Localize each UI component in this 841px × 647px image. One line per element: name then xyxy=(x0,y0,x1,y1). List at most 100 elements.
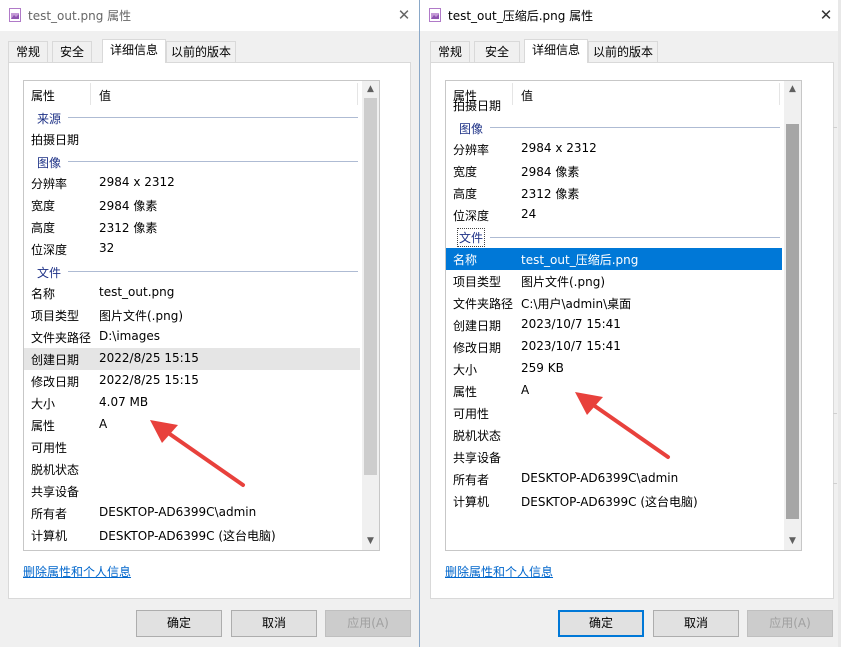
property-name: 可用性 xyxy=(453,407,490,421)
vertical-scrollbar[interactable]: ▲ ▼ xyxy=(362,81,379,550)
window-title: test_out_压缩后.png 属性 xyxy=(448,9,594,23)
group-header: 文件 xyxy=(446,226,784,248)
property-name: 高度 xyxy=(453,187,478,201)
tab-security[interactable]: 安全 xyxy=(52,41,92,62)
list-item[interactable]: 位深度 24 xyxy=(446,204,782,226)
list-item[interactable]: 所有者 DESKTOP-AD6399C\admin xyxy=(24,502,360,524)
property-value: 259 KB xyxy=(521,361,564,375)
group-label: 图像 xyxy=(37,156,62,170)
list-item[interactable]: 脱机状态 xyxy=(24,458,360,480)
list-item[interactable]: 大小 4.07 MB xyxy=(24,392,360,414)
column-value[interactable]: 值 xyxy=(99,87,111,104)
list-item[interactable]: 项目类型 图片文件(.png) xyxy=(24,304,360,326)
list-item[interactable]: 文件夹路径 D:\images xyxy=(24,326,360,348)
list-item[interactable]: 拍摄日期 xyxy=(446,94,782,116)
group-divider xyxy=(68,117,358,118)
tab-details[interactable]: 详细信息 xyxy=(524,39,588,63)
property-value: D:\images xyxy=(99,329,160,343)
scroll-down-icon[interactable]: ▼ xyxy=(784,533,801,550)
list-item[interactable]: 修改日期 2023/10/7 15:41 xyxy=(446,336,782,358)
property-value: 2312 像素 xyxy=(521,187,580,201)
window-title: test_out.png 属性 xyxy=(28,9,132,23)
scroll-up-icon[interactable]: ▲ xyxy=(362,81,379,98)
apply-button[interactable]: 应用(A) xyxy=(747,610,833,637)
tab-general[interactable]: 常规 xyxy=(8,41,48,62)
list-item[interactable]: 位深度 32 xyxy=(24,238,360,260)
list-item[interactable]: 文件夹路径 C:\用户\admin\桌面 xyxy=(446,292,782,314)
list-item[interactable]: 高度 2312 像素 xyxy=(446,182,782,204)
list-item[interactable]: 可用性 xyxy=(24,436,360,458)
property-value: 2984 x 2312 xyxy=(99,175,175,189)
property-value: 24 xyxy=(521,207,537,221)
list-item[interactable]: 计算机 DESKTOP-AD6399C (这台电脑) xyxy=(24,524,360,546)
cancel-button[interactable]: 取消 xyxy=(231,610,317,637)
column-property[interactable]: 属性 xyxy=(31,87,55,104)
scroll-thumb[interactable] xyxy=(786,124,799,519)
tab-previous-versions[interactable]: 以前的版本 xyxy=(166,41,236,62)
list-item[interactable]: 可用性 xyxy=(446,402,782,424)
close-icon[interactable]: ✕ xyxy=(392,4,416,26)
apply-button[interactable]: 应用(A) xyxy=(325,610,411,637)
list-item[interactable]: 分辨率 2984 x 2312 xyxy=(24,172,360,194)
list-item[interactable]: 名称 test_out.png xyxy=(24,282,360,304)
scroll-down-icon[interactable]: ▼ xyxy=(362,533,379,550)
property-name: 脱机状态 xyxy=(453,429,502,443)
property-value: 2022/8/25 15:15 xyxy=(99,373,199,387)
ok-button[interactable]: 确定 xyxy=(136,610,222,637)
property-name: 名称 xyxy=(453,253,478,267)
list-item[interactable]: 项目类型 图片文件(.png) xyxy=(446,270,782,292)
details-list[interactable]: 属性 值 拍摄日期 图像 分辨率 2984 x 2312 宽度 2984 像素 高度 2312… xyxy=(445,80,802,551)
group-label: 来源 xyxy=(37,112,62,126)
list-item[interactable]: 分辨率 2984 x 2312 xyxy=(446,138,782,160)
list-item[interactable]: 宽度 2984 像素 xyxy=(24,194,360,216)
list-item[interactable]: 大小 259 KB xyxy=(446,358,782,380)
list-item[interactable]: 宽度 2984 像素 xyxy=(446,160,782,182)
list-item[interactable]: 脱机状态 xyxy=(446,424,782,446)
property-value: 2023/10/7 15:41 xyxy=(521,339,621,353)
property-name: 宽度 xyxy=(453,165,478,179)
ok-button[interactable]: 确定 xyxy=(558,610,644,637)
list-item[interactable]: 高度 2312 像素 xyxy=(24,216,360,238)
list-item[interactable]: 名称 test_out_压缩后.png xyxy=(446,248,782,270)
property-value: 2023/10/7 15:41 xyxy=(521,317,621,331)
tab-security[interactable]: 安全 xyxy=(474,41,520,62)
list-item[interactable]: 共享设备 xyxy=(24,480,360,502)
property-value: DESKTOP-AD6399C\admin xyxy=(521,471,679,485)
property-name: 位深度 xyxy=(453,209,490,223)
list-item[interactable]: 拍摄日期 xyxy=(24,128,360,150)
group-header: 图像 xyxy=(24,150,362,172)
vertical-scrollbar[interactable]: ▲ ▼ xyxy=(784,81,801,550)
tab-details[interactable]: 详细信息 xyxy=(102,39,166,63)
property-value: A xyxy=(99,417,108,431)
property-name: 修改日期 xyxy=(453,341,502,355)
list-item[interactable]: 共享设备 xyxy=(446,446,782,468)
close-icon[interactable]: ✕ xyxy=(814,4,838,26)
list-item[interactable]: 创建日期 2023/10/7 15:41 xyxy=(446,314,782,336)
property-value: 2984 像素 xyxy=(99,199,158,213)
scroll-thumb[interactable] xyxy=(364,98,377,475)
list-item[interactable]: 所有者 DESKTOP-AD6399C\admin xyxy=(446,468,782,490)
details-list[interactable]: 属性 值 来源拍摄日期图像分辨率 2984 x 2312 宽度 2984 像素 高度 23… xyxy=(23,80,380,551)
list-item[interactable]: 属性 A xyxy=(24,414,360,436)
tab-general[interactable]: 常规 xyxy=(430,41,470,62)
property-name: 名称 xyxy=(31,287,56,301)
list-item[interactable]: 创建日期 2022/8/25 15:15 xyxy=(24,348,360,370)
remove-properties-link[interactable]: 删除属性和个人信息 xyxy=(445,563,553,580)
property-value: DESKTOP-AD6399C\admin xyxy=(99,505,257,519)
property-name: 拍摄日期 xyxy=(31,133,80,147)
remove-properties-link[interactable]: 删除属性和个人信息 xyxy=(23,563,131,580)
property-name: 修改日期 xyxy=(31,375,80,389)
cancel-button[interactable]: 取消 xyxy=(653,610,739,637)
property-name: 所有者 xyxy=(453,473,490,487)
list-item[interactable]: 修改日期 2022/8/25 15:15 xyxy=(24,370,360,392)
column-separator[interactable] xyxy=(357,83,358,105)
property-value: C:\用户\admin\桌面 xyxy=(521,297,632,311)
list-item[interactable]: 计算机 DESKTOP-AD6399C (这台电脑) xyxy=(446,490,782,512)
property-value: 2984 x 2312 xyxy=(521,141,597,155)
property-name: 创建日期 xyxy=(31,353,80,367)
column-separator[interactable] xyxy=(90,83,91,105)
scroll-up-icon[interactable]: ▲ xyxy=(784,81,801,98)
group-header: 文件 xyxy=(24,260,362,282)
list-item[interactable]: 属性 A xyxy=(446,380,782,402)
tab-previous-versions[interactable]: 以前的版本 xyxy=(588,41,658,62)
